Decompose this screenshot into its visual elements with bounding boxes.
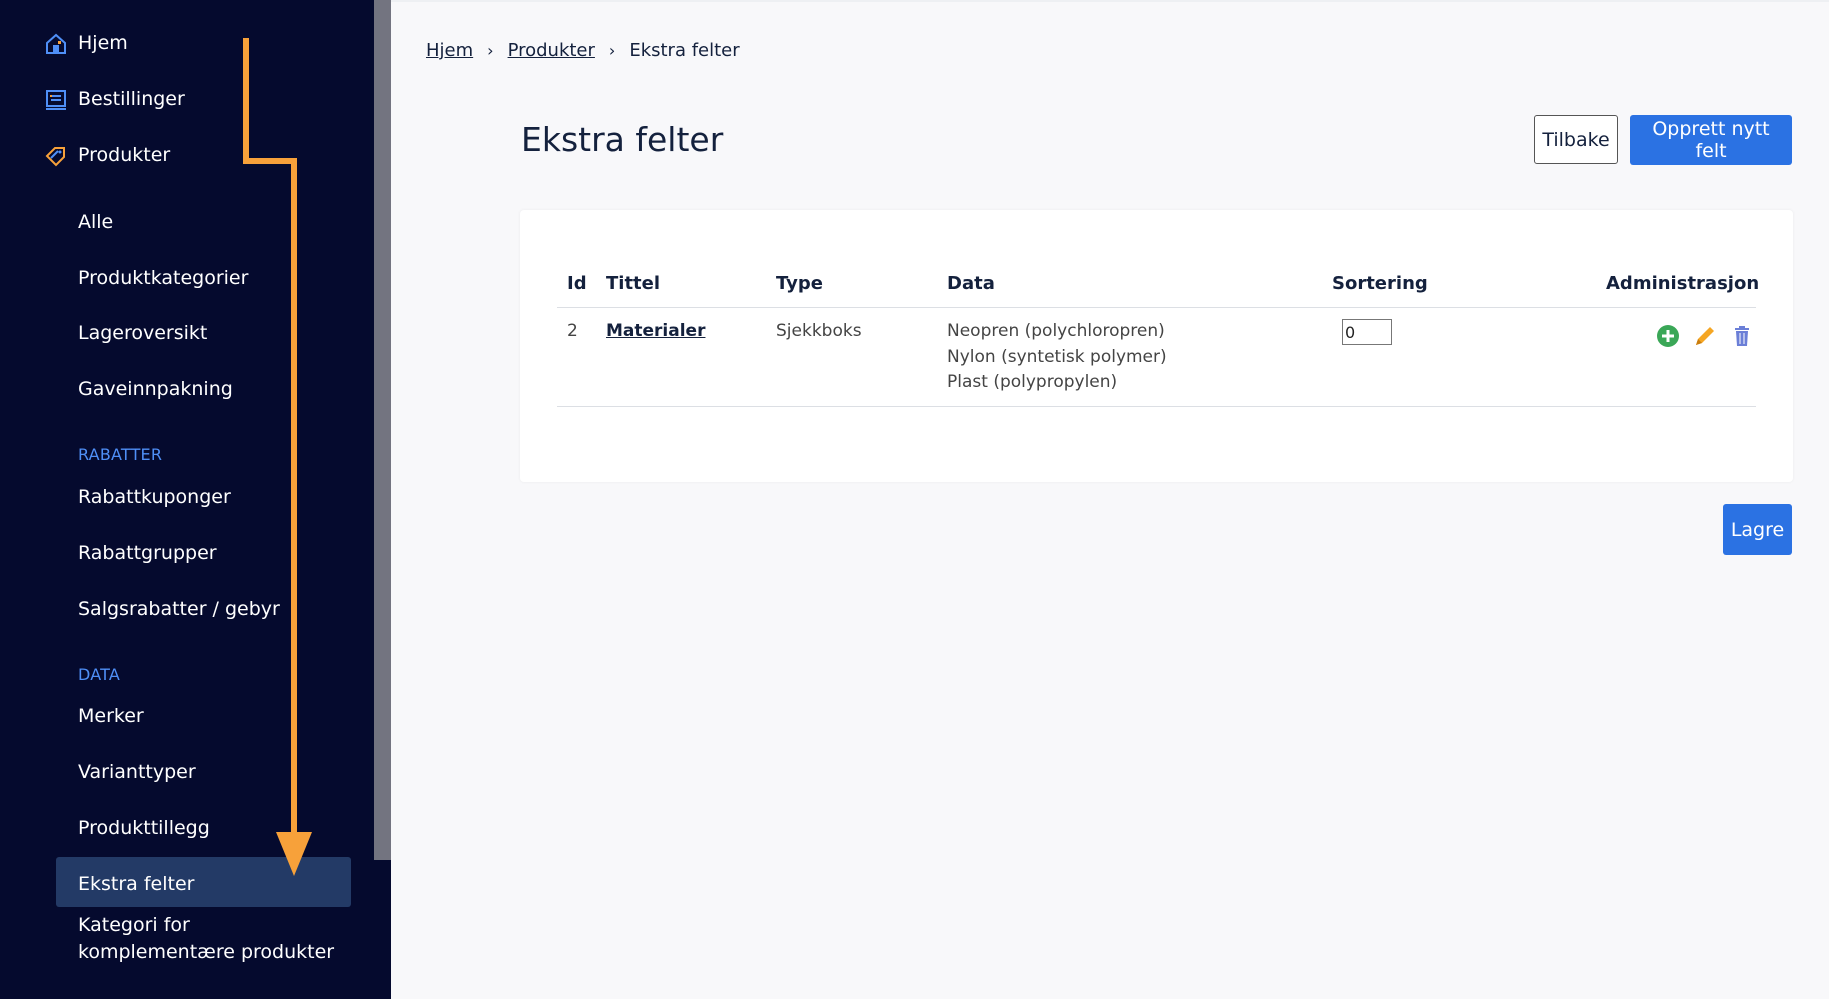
page-title: Ekstra felter xyxy=(521,120,724,159)
chevron-right-icon: › xyxy=(487,41,494,60)
column-header-type: Type xyxy=(776,273,823,294)
tag-icon xyxy=(44,144,68,168)
pencil-icon[interactable] xyxy=(1693,324,1717,348)
sidebar-item-salgsrabatter[interactable]: Salgsrabatter / gebyr xyxy=(78,598,280,620)
breadcrumb-products-link[interactable]: Produkter xyxy=(508,40,595,61)
sidebar-item-alle[interactable]: Alle xyxy=(78,211,113,233)
column-header-id: Id xyxy=(567,273,587,294)
trash-icon[interactable] xyxy=(1730,324,1754,348)
sidebar-scrollbar[interactable] xyxy=(374,0,391,999)
row-data-value-3: Plast (polypropylen) xyxy=(947,372,1118,392)
chevron-right-icon: › xyxy=(608,41,616,60)
sidebar-item-produktkategorier[interactable]: Produktkategorier xyxy=(78,267,248,289)
row-type: Sjekkboks xyxy=(776,321,862,341)
sidebar-item-kategori-komplementaere-line2[interactable]: komplementære produkter xyxy=(78,941,334,963)
section-label-data: DATA xyxy=(78,665,121,684)
sidebar-item-varianttyper[interactable]: Varianttyper xyxy=(78,761,196,783)
header-divider xyxy=(557,307,1756,308)
create-new-field-button[interactable]: Opprett nytt felt xyxy=(1630,115,1792,165)
row-data-value-1: Neopren (polychloropren) xyxy=(947,321,1165,341)
column-header-admin: Administrasjon xyxy=(1606,273,1760,294)
sidebar-item-produkter[interactable]: Produkter xyxy=(78,144,170,166)
section-label-rabatter: RABATTER xyxy=(78,445,163,464)
sidebar-item-hjem[interactable]: Hjem xyxy=(78,32,128,54)
add-icon[interactable] xyxy=(1656,324,1680,348)
sidebar-item-merker[interactable]: Merker xyxy=(78,705,144,727)
sidebar-item-lageroversikt[interactable]: Lageroversikt xyxy=(78,322,207,344)
breadcrumb: Hjem › Produkter › Ekstra felter xyxy=(426,40,740,61)
row-data-value-2: Nylon (syntetisk polymer) xyxy=(947,347,1167,367)
main-content: Hjem › Produkter › Ekstra felter Ekstra … xyxy=(391,0,1829,999)
breadcrumb-current: Ekstra felter xyxy=(629,40,740,61)
sidebar-item-ekstra-felter-label: Ekstra felter xyxy=(78,873,195,895)
row-id: 2 xyxy=(567,321,578,341)
sidebar-item-produkttillegg[interactable]: Produkttillegg xyxy=(78,817,210,839)
column-header-data: Data xyxy=(947,273,995,294)
sidebar: Hjem Bestillinger Produkter Alle Produkt… xyxy=(0,0,374,999)
sidebar-item-bestillinger[interactable]: Bestillinger xyxy=(78,88,185,110)
sidebar-item-gaveinnpakning[interactable]: Gaveinnpakning xyxy=(78,378,233,400)
top-divider xyxy=(391,0,1829,2)
sort-order-input[interactable] xyxy=(1342,319,1392,345)
sidebar-item-rabattkuponger[interactable]: Rabattkuponger xyxy=(78,486,231,508)
column-header-sort: Sortering xyxy=(1332,273,1428,294)
save-button[interactable]: Lagre xyxy=(1723,504,1792,555)
sidebar-scrollbar-thumb[interactable] xyxy=(374,0,391,860)
breadcrumb-home-link[interactable]: Hjem xyxy=(426,40,473,61)
extra-fields-table-card: Id Tittel Type Data Sortering Administra… xyxy=(520,210,1793,482)
row-title-link[interactable]: Materialer xyxy=(606,321,705,341)
house-icon xyxy=(44,32,68,56)
sidebar-item-kategori-komplementaere-line1[interactable]: Kategori for xyxy=(78,914,190,936)
sidebar-item-rabattgrupper[interactable]: Rabattgrupper xyxy=(78,542,217,564)
row-divider xyxy=(557,406,1756,407)
column-header-title: Tittel xyxy=(606,273,661,294)
back-button[interactable]: Tilbake xyxy=(1534,115,1618,164)
orders-list-icon xyxy=(44,88,68,112)
